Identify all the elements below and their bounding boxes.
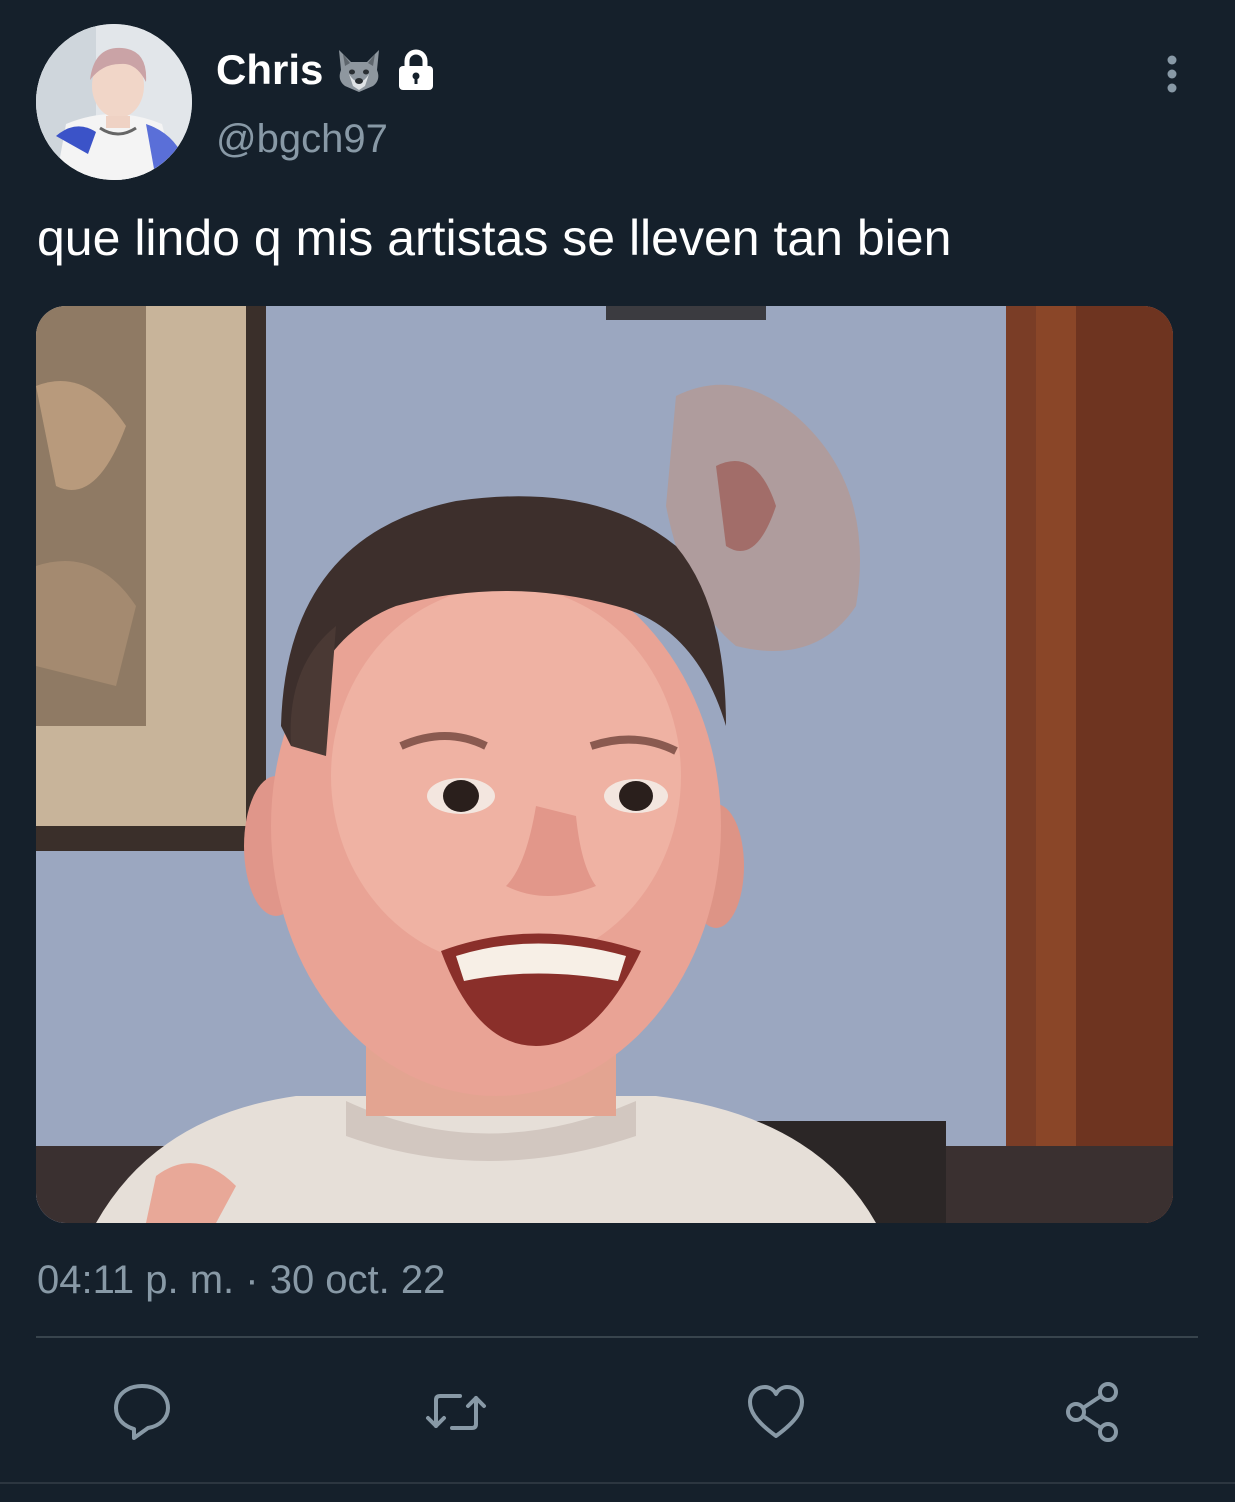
tweet-timestamp[interactable]: 04:11 p. m. · 30 oct. 22 <box>37 1255 445 1305</box>
user-handle[interactable]: @bgch97 <box>216 114 388 164</box>
bottom-divider <box>0 1482 1235 1484</box>
avatar[interactable] <box>36 24 192 180</box>
avatar-image <box>36 24 192 180</box>
reply-button[interactable] <box>110 1380 174 1444</box>
tweet-media-image[interactable] <box>36 306 1173 1223</box>
retweet-icon <box>426 1394 486 1430</box>
retweet-button[interactable] <box>424 1380 488 1444</box>
display-name[interactable]: Chris <box>216 42 323 98</box>
more-vertical-icon <box>1167 55 1177 93</box>
lock-icon <box>399 49 434 90</box>
more-options-button[interactable] <box>1148 50 1196 98</box>
reply-icon <box>114 1384 170 1440</box>
divider <box>36 1336 1198 1338</box>
name-row: Chris <box>216 42 439 98</box>
share-icon <box>1066 1382 1118 1442</box>
tweet-text: que lindo q mis artistas se lleven tan b… <box>37 210 952 266</box>
media-photo <box>36 306 1173 1223</box>
wolf-emoji-icon <box>339 50 380 92</box>
share-button[interactable] <box>1062 1380 1126 1444</box>
like-button[interactable] <box>744 1380 808 1444</box>
like-icon <box>748 1385 804 1438</box>
